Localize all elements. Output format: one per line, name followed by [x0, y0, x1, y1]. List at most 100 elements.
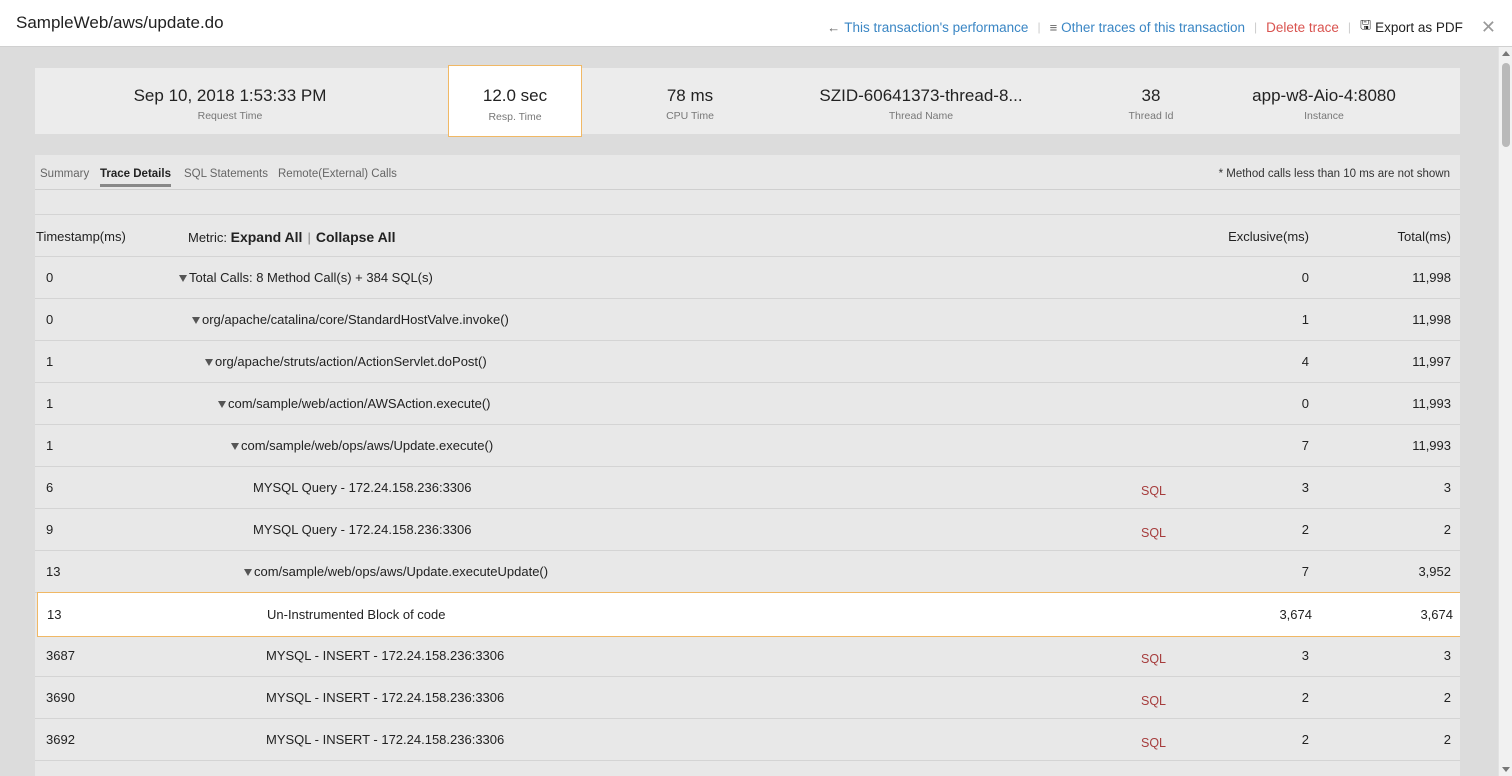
table-row[interactable]: 0 Total Calls: 8 Method Call(s) + 384 SQ… — [35, 257, 1460, 299]
row-total: 11,993 — [1412, 438, 1451, 453]
row-total: 11,998 — [1412, 270, 1451, 285]
instance-value: app-w8-Aio-4:8080 — [1252, 86, 1396, 105]
caret-down-icon[interactable] — [218, 401, 226, 409]
other-traces-link[interactable]: ≡ Other traces of this transaction — [1050, 20, 1245, 35]
row-metric-label: com/sample/web/ops/aws/Update.executeUpd… — [254, 564, 549, 579]
method-calls-note: * Method calls less than 10 ms are not s… — [1218, 168, 1450, 180]
row-timestamp: 1 — [46, 354, 54, 369]
row-timestamp: 0 — [46, 270, 54, 285]
tab-summary[interactable]: Summary — [40, 168, 89, 180]
table-row[interactable]: 3687 MYSQL - INSERT - 172.24.158.236:330… — [35, 635, 1460, 677]
table-row[interactable]: 6 MYSQL Query - 172.24.158.236:3306 SQL … — [35, 467, 1460, 509]
table-row[interactable]: 3690 MYSQL - INSERT - 172.24.158.236:330… — [35, 677, 1460, 719]
expand-collapse-separator: | — [307, 230, 311, 245]
thread-id-value: 38 — [1141, 86, 1161, 105]
export-pdf-button[interactable]: 🖫 Export as PDF — [1360, 16, 1463, 38]
header-separator: | — [1254, 20, 1258, 34]
row-exclusive: 3,674 — [1279, 607, 1312, 622]
row-timestamp: 6 — [46, 480, 54, 495]
header-separator: | — [1347, 20, 1352, 34]
trace-summary-strip: Sep 10, 2018 1:53:33 PM Request Time 12.… — [35, 65, 1460, 137]
row-metric: com/sample/web/action/AWSAction.execute(… — [218, 396, 491, 411]
page-title: SampleWeb/aws/update.do — [16, 13, 224, 32]
col-exclusive-header: Exclusive(ms) — [1228, 229, 1309, 244]
row-total: 2 — [1443, 690, 1451, 705]
caret-down-icon[interactable] — [192, 317, 200, 325]
caret-down-icon[interactable] — [205, 359, 213, 367]
instance-label: Instance — [1304, 110, 1344, 122]
tab-sql-statements[interactable]: SQL Statements — [184, 168, 268, 180]
row-timestamp: 13 — [47, 607, 62, 622]
thread-id-stat: 38 Thread Id — [1111, 68, 1191, 134]
row-exclusive: 3 — [1301, 648, 1309, 663]
request-time-stat: Sep 10, 2018 1:53:33 PM Request Time — [95, 68, 365, 134]
resp-time-value: 12.0 sec — [482, 86, 548, 105]
col-total-header: Total(ms) — [1397, 229, 1451, 244]
tab-trace-details[interactable]: Trace Details — [100, 168, 171, 187]
row-metric: MYSQL - INSERT - 172.24.158.236:3306 — [266, 648, 505, 663]
row-total: 11,998 — [1412, 312, 1451, 327]
row-metric: com/sample/web/ops/aws/Update.executeUpd… — [244, 564, 548, 579]
row-timestamp: 9 — [46, 522, 54, 537]
delete-trace-button[interactable]: Delete trace — [1266, 20, 1339, 35]
cpu-time-label: CPU Time — [666, 110, 714, 122]
row-metric: com/sample/web/ops/aws/Update.execute() — [231, 438, 493, 453]
arrow-left-icon: ← — [827, 19, 841, 35]
header-bar: SampleWeb/aws/update.do ← This transacti… — [0, 0, 1512, 47]
expand-all-button[interactable]: Expand All — [231, 229, 303, 245]
table-row[interactable]: 1 org/apache/struts/action/ActionServlet… — [35, 341, 1460, 383]
table-row[interactable]: 0 org/apache/catalina/core/StandardHostV… — [35, 299, 1460, 341]
row-timestamp: 0 — [46, 312, 54, 327]
table-row[interactable]: 1 com/sample/web/action/AWSAction.execut… — [35, 383, 1460, 425]
export-pdf-label: Export as PDF — [1375, 19, 1463, 35]
spacer-row — [35, 190, 1460, 215]
sql-link[interactable]: SQL — [1141, 694, 1166, 708]
row-timestamp: 1 — [46, 438, 54, 453]
row-exclusive: 2 — [1301, 690, 1309, 705]
col-metric-header: Metric: Expand All | Collapse All — [188, 229, 395, 245]
thread-name-label: Thread Name — [888, 110, 954, 122]
transaction-performance-label: This transaction's performance — [844, 19, 1029, 35]
request-time-label: Request Time — [197, 110, 263, 122]
row-exclusive: 7 — [1301, 564, 1309, 579]
resp-time-label: Resp. Time — [488, 111, 542, 123]
scroll-up-arrow-icon[interactable] — [1502, 51, 1510, 56]
sql-link[interactable]: SQL — [1141, 736, 1166, 750]
caret-down-icon[interactable] — [231, 443, 239, 451]
collapse-all-button[interactable]: Collapse All — [316, 229, 396, 245]
transaction-performance-link[interactable]: ← This transaction's performance — [827, 20, 1028, 35]
row-metric: MYSQL Query - 172.24.158.236:3306 — [253, 480, 472, 495]
table-row[interactable]: 9 MYSQL Query - 172.24.158.236:3306 SQL … — [35, 509, 1460, 551]
sql-link[interactable]: SQL — [1141, 526, 1166, 540]
row-total: 3,952 — [1418, 564, 1451, 579]
col-timestamp-header: Timestamp(ms) — [36, 229, 126, 244]
row-exclusive: 0 — [1301, 396, 1309, 411]
row-metric: Total Calls: 8 Method Call(s) + 384 SQL(… — [179, 270, 433, 285]
row-timestamp: 3687 — [46, 648, 75, 663]
caret-down-icon[interactable] — [179, 275, 187, 283]
vertical-scrollbar[interactable] — [1498, 47, 1512, 776]
row-timestamp: 13 — [46, 564, 61, 579]
list-icon: ≡ — [1049, 19, 1058, 35]
row-exclusive: 2 — [1301, 522, 1309, 537]
row-metric-label: Total Calls: 8 Method Call(s) + 384 SQL(… — [189, 270, 433, 285]
sql-link[interactable]: SQL — [1141, 652, 1166, 666]
scrollbar-thumb[interactable] — [1502, 63, 1510, 147]
row-timestamp: 3690 — [46, 690, 75, 705]
resp-time-stat: 12.0 sec Resp. Time — [448, 65, 582, 137]
floppy-disk-icon: 🖫 — [1360, 17, 1372, 32]
tab-bar: Summary Trace Details SQL Statements Rem… — [35, 155, 1460, 190]
tab-remote-calls[interactable]: Remote(External) Calls — [278, 168, 397, 180]
table-row[interactable]: 13 com/sample/web/ops/aws/Update.execute… — [35, 551, 1460, 593]
caret-down-icon[interactable] — [244, 569, 252, 577]
thread-name-value: SZID-60641373-thread-8... — [819, 86, 1023, 105]
close-icon[interactable]: ✕ — [1481, 18, 1496, 36]
row-exclusive: 0 — [1301, 270, 1309, 285]
row-total: 3 — [1443, 480, 1451, 495]
scroll-down-arrow-icon[interactable] — [1502, 767, 1510, 772]
table-row[interactable]: 1 com/sample/web/ops/aws/Update.execute(… — [35, 425, 1460, 467]
sql-link[interactable]: SQL — [1141, 484, 1166, 498]
table-row-selected[interactable]: 13 Un-Instrumented Block of code 3,674 3… — [37, 592, 1460, 637]
row-exclusive: 4 — [1301, 354, 1309, 369]
table-row[interactable]: 3692 MYSQL - INSERT - 172.24.158.236:330… — [35, 719, 1460, 761]
